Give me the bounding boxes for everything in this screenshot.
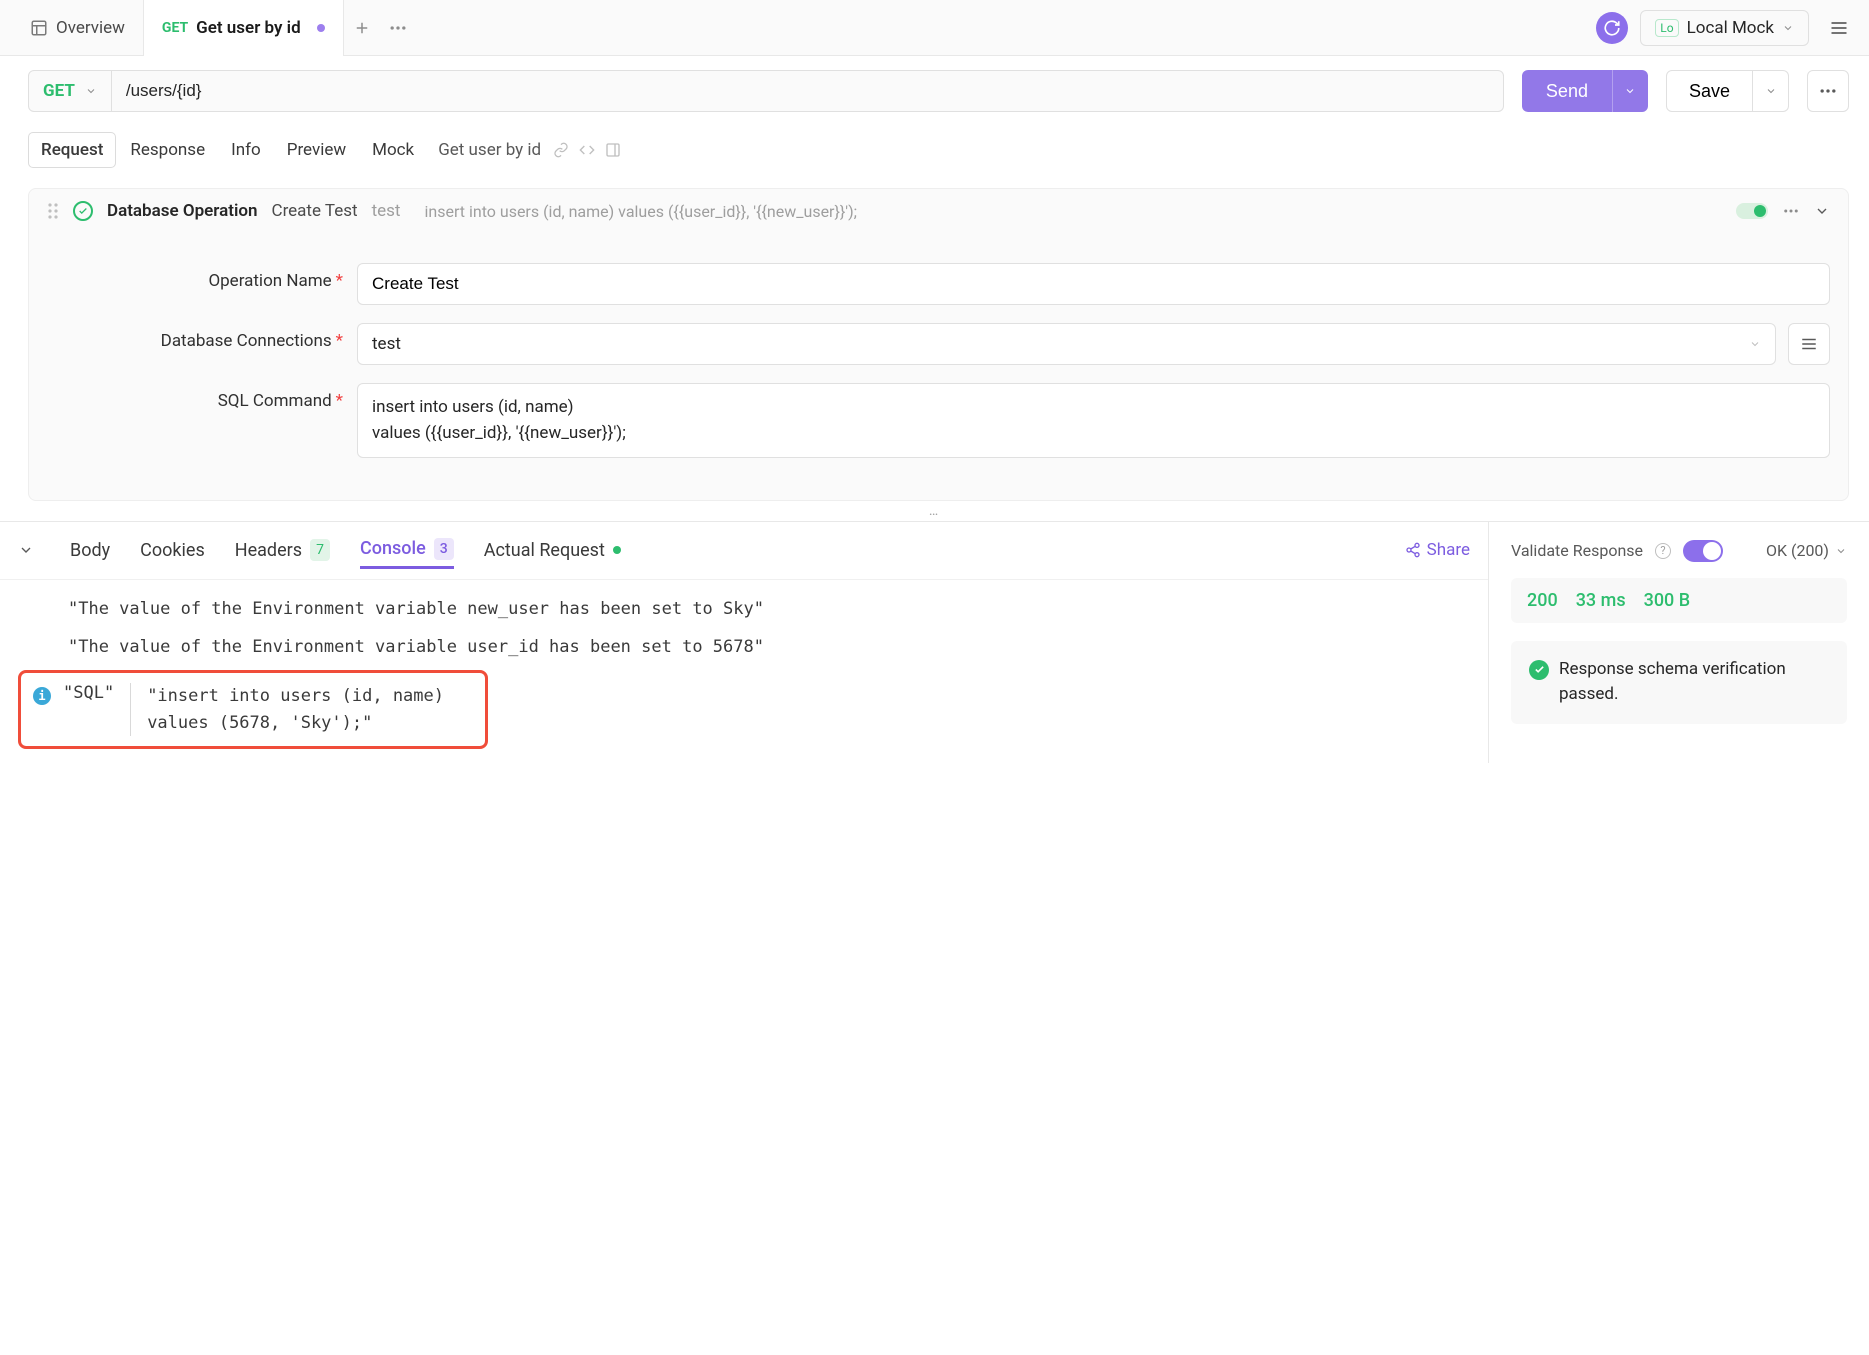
drag-icon[interactable] — [47, 202, 59, 220]
validate-label: Validate Response — [1511, 541, 1643, 560]
env-name: Local Mock — [1687, 18, 1774, 38]
subtab-response[interactable]: Response — [118, 133, 217, 167]
rtab-headers[interactable]: Headers 7 — [235, 533, 330, 567]
subtab-preview[interactable]: Preview — [275, 133, 358, 167]
chevron-down-icon — [85, 85, 97, 97]
console-output: "The value of the Environment variable n… — [0, 580, 1488, 763]
operation-collapse-button[interactable] — [1814, 203, 1830, 219]
divider — [130, 683, 131, 736]
share-icon — [1405, 542, 1421, 558]
add-tab-button[interactable] — [344, 10, 380, 46]
send-caret-button[interactable] — [1612, 70, 1648, 112]
tab-title: Get user by id — [196, 18, 301, 38]
code-icon[interactable] — [579, 142, 595, 158]
top-tabs-bar: Overview GET Get user by id Lo Local Moc… — [0, 0, 1869, 56]
console-line: "The value of the Environment variable u… — [0, 628, 1488, 666]
validate-toggle[interactable] — [1683, 540, 1723, 562]
console-sql-body: "insert into users (id, name) values (56… — [147, 683, 444, 736]
tab-overview-label: Overview — [56, 18, 125, 38]
status-code: 200 — [1527, 590, 1558, 611]
info-icon: i — [33, 687, 51, 705]
collapse-handle[interactable]: … — [0, 501, 1869, 521]
response-time: 33 ms — [1576, 590, 1626, 611]
response-panel: Body Cookies Headers 7 Console 3 Actual … — [0, 521, 1869, 763]
hamburger-button[interactable] — [1821, 10, 1857, 46]
method-select[interactable]: GET — [28, 70, 112, 112]
layout-icon — [30, 19, 48, 37]
operation-sql-preview: insert into users (id, name) values ({{u… — [424, 202, 857, 221]
sub-tabs: Request Response Info Preview Mock Get u… — [0, 126, 1869, 174]
console-sql-label: "SQL" — [63, 683, 114, 703]
save-caret-button[interactable] — [1753, 70, 1789, 112]
console-line: "The value of the Environment variable n… — [0, 590, 1488, 628]
unsaved-dot-icon — [317, 24, 325, 32]
env-badge: Lo — [1655, 19, 1678, 37]
share-button[interactable]: Share — [1405, 540, 1470, 560]
sync-button[interactable] — [1596, 12, 1628, 44]
response-size: 300 B — [1644, 590, 1691, 611]
link-icon[interactable] — [553, 142, 569, 158]
actual-request-dot-icon — [613, 546, 621, 554]
db-connections-label: Database Connections* — [47, 323, 357, 351]
chevron-down-icon — [1765, 85, 1777, 97]
subtab-info[interactable]: Info — [219, 133, 273, 167]
console-count: 3 — [434, 538, 454, 560]
schema-verification: Response schema verification passed. — [1511, 641, 1847, 724]
breadcrumb: Get user by id — [438, 140, 541, 160]
rtab-console[interactable]: Console 3 — [360, 532, 454, 569]
help-icon[interactable]: ? — [1655, 543, 1671, 559]
chevron-down-icon — [1749, 338, 1761, 350]
environment-select[interactable]: Lo Local Mock — [1640, 10, 1809, 46]
status-select[interactable]: OK (200) — [1766, 541, 1847, 560]
schema-message: Response schema verification passed. — [1559, 657, 1829, 708]
db-connections-select[interactable]: test — [357, 323, 1776, 365]
tab-more-button[interactable] — [380, 10, 416, 46]
subtab-mock[interactable]: Mock — [360, 133, 426, 167]
sql-command-input[interactable]: insert into users (id, name) values ({{u… — [357, 383, 1830, 458]
operation-name-label: Operation Name* — [47, 263, 357, 291]
chevron-down-icon — [1624, 85, 1636, 97]
database-operation-card: Database Operation Create Test test inse… — [28, 188, 1849, 501]
chevron-down-icon — [1782, 22, 1794, 34]
url-input[interactable] — [112, 70, 1504, 112]
response-tabs: Body Cookies Headers 7 Console 3 Actual … — [0, 522, 1488, 580]
request-bar: GET Send Save — [0, 56, 1869, 126]
operation-title: Database Operation — [107, 201, 258, 221]
db-connections-menu-button[interactable] — [1788, 323, 1830, 365]
response-collapse-button[interactable] — [18, 542, 34, 558]
check-icon — [73, 201, 93, 221]
response-stats: 200 33 ms 300 B — [1511, 578, 1847, 623]
subtab-request[interactable]: Request — [28, 132, 116, 168]
operation-subtitle: Create Test — [272, 201, 358, 221]
method-value: GET — [43, 81, 75, 101]
tab-active[interactable]: GET Get user by id — [143, 0, 344, 56]
tab-overview[interactable]: Overview — [12, 0, 143, 56]
operation-badge: test — [372, 201, 401, 221]
rtab-cookies[interactable]: Cookies — [140, 534, 205, 567]
save-button[interactable]: Save — [1666, 70, 1753, 112]
panel-icon[interactable] — [605, 142, 621, 158]
tab-method: GET — [162, 20, 188, 36]
headers-count: 7 — [310, 539, 330, 561]
check-icon — [1529, 660, 1549, 680]
rtab-body[interactable]: Body — [70, 534, 110, 567]
console-sql-highlight: i "SQL" "insert into users (id, name) va… — [18, 670, 488, 749]
operation-more-button[interactable] — [1782, 202, 1800, 220]
db-connections-value: test — [372, 334, 401, 354]
operation-toggle[interactable] — [1736, 203, 1768, 219]
send-button[interactable]: Send — [1522, 70, 1612, 112]
rtab-actual-request[interactable]: Actual Request — [484, 534, 621, 567]
operation-name-input[interactable] — [357, 263, 1830, 305]
request-more-button[interactable] — [1807, 70, 1849, 112]
sql-command-label: SQL Command* — [47, 383, 357, 411]
chevron-down-icon — [1835, 545, 1847, 557]
